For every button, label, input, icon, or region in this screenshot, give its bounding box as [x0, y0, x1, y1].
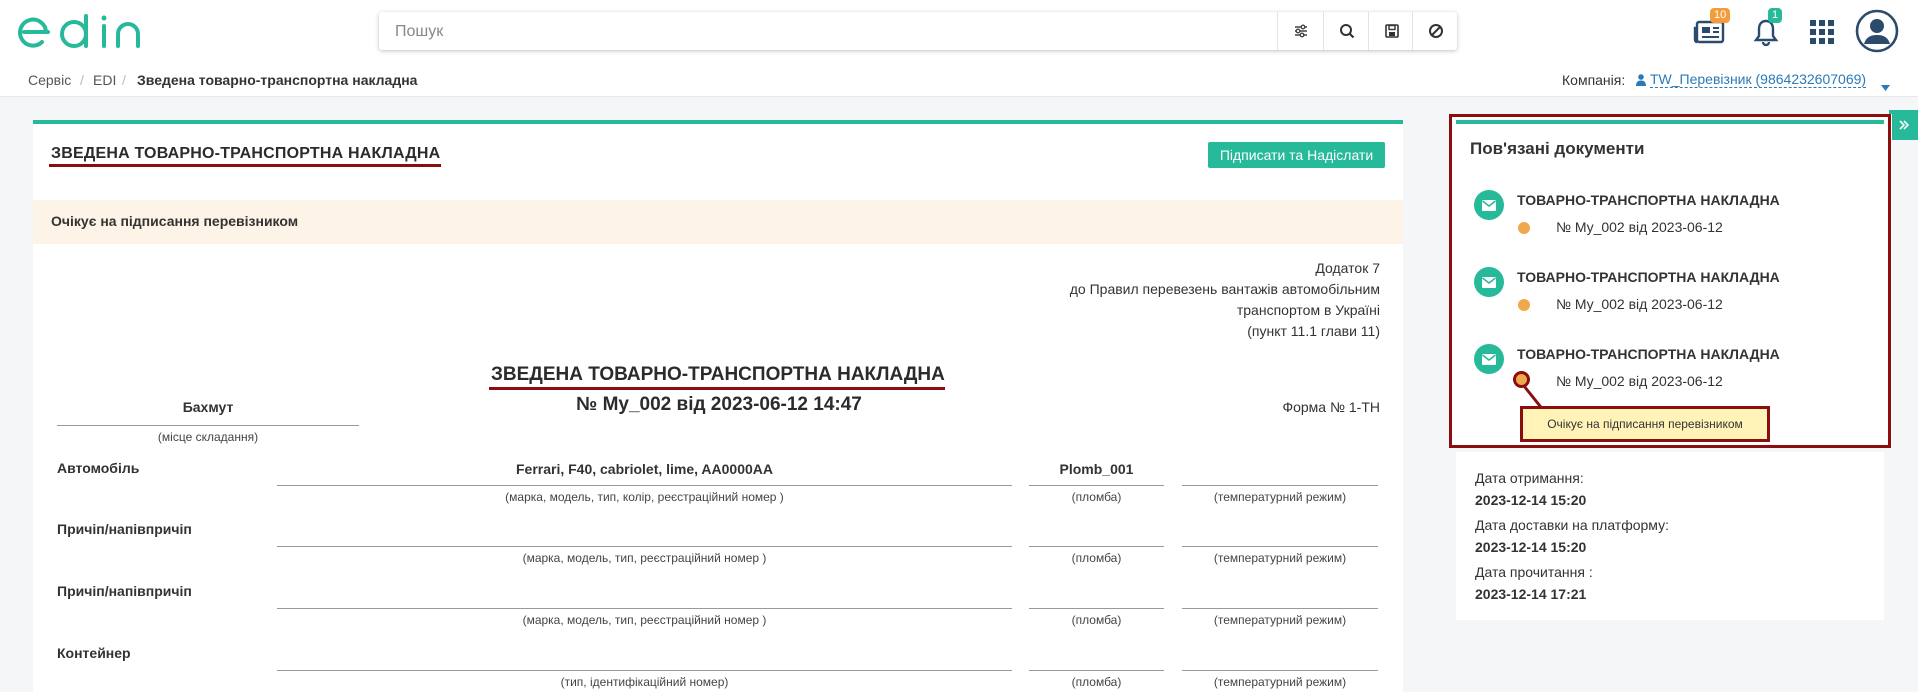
top-header: 10 1 — [0, 0, 1918, 64]
container-line — [277, 670, 1012, 671]
place-hint: (місце складання) — [157, 430, 259, 444]
vehicle-value: Ferrari, F40, cabriolet, lime, AA0000AA — [515, 461, 774, 477]
row-label-trailer-2: Причіп/напівпричіп — [57, 583, 192, 599]
row-label-trailer: Причіп/напівпричіп — [57, 521, 192, 537]
related-highlight-frame — [1449, 114, 1891, 448]
container-seal-line — [1029, 670, 1164, 671]
received-label: Дата отримання: — [1475, 470, 1584, 486]
breadcrumb: Сервіс / EDI / Зведена товарно-транспорт… — [0, 64, 1918, 97]
search-button[interactable] — [1323, 12, 1369, 50]
vehicle-temp-hint: (температурний режим) — [1213, 490, 1347, 504]
appendix-line: до Правил перевезень вантажів автомобіль… — [1069, 281, 1380, 297]
place-line — [57, 425, 359, 426]
received-value: 2023-12-14 15:20 — [1475, 492, 1587, 508]
vehicle-seal-value: Plomb_001 — [1059, 461, 1134, 477]
search-bar — [379, 12, 1458, 52]
trailer-line — [277, 546, 1012, 547]
trailer-seal-hint: (пломба) — [1071, 551, 1122, 565]
breadcrumb-separator: / — [122, 72, 126, 88]
vehicle-seal-hint: (пломба) — [1071, 490, 1122, 504]
appendix-line: (пункт 11.1 глави 11) — [1247, 323, 1380, 339]
vehicle-temp-line — [1182, 485, 1378, 486]
form-title-underline — [489, 387, 945, 390]
apps-button[interactable] — [1804, 14, 1840, 50]
vehicle-line — [277, 485, 1012, 486]
row-label-vehicle: Автомобіль — [57, 460, 140, 476]
row-label-container: Контейнер — [57, 645, 131, 661]
news-button[interactable]: 10 — [1692, 8, 1731, 50]
title-underline — [49, 164, 441, 167]
trailer-hint: (марка, модель, тип, реєстраційний номер… — [522, 551, 767, 565]
vehicle-seal-line — [1029, 485, 1164, 486]
trailer-2-hint: (марка, модель, тип, реєстраційний номер… — [522, 613, 767, 627]
appendix-line: Додаток 7 — [1315, 260, 1380, 276]
breadcrumb-separator: / — [80, 72, 84, 88]
trailer-temp-line — [1182, 546, 1378, 547]
save-icon — [1384, 24, 1399, 38]
news-badge: 10 — [1710, 8, 1731, 23]
form-code: Форма № 1-ТН — [1282, 399, 1380, 415]
chevron-down-icon — [1881, 78, 1890, 96]
company-label: Компанія: — [1562, 72, 1626, 88]
dates-panel: Дата отримання: 2023-12-14 15:20 Дата до… — [1456, 452, 1884, 620]
read-label: Дата прочитання : — [1475, 564, 1593, 580]
trailer-2-line — [277, 608, 1012, 609]
document-title: ЗВЕДЕНА ТОВАРНО-ТРАНСПОРТНА НАКЛАДНА — [51, 145, 441, 162]
container-hint: (тип, ідентифікаційний номер) — [560, 675, 729, 689]
form-number: № My_002 від 2023-06-12 14:47 — [576, 394, 862, 415]
user-avatar-icon — [1855, 9, 1899, 53]
breadcrumb-service[interactable]: Сервіс — [28, 72, 71, 88]
trailer-2-temp-line — [1182, 608, 1378, 609]
status-banner-text: Очікує на підписання перевізником — [51, 213, 299, 229]
clear-icon — [1428, 24, 1443, 38]
save-search-button[interactable] — [1368, 12, 1414, 50]
read-value: 2023-12-14 17:21 — [1475, 586, 1587, 602]
trailer-2-seal-line — [1029, 608, 1164, 609]
vehicle-hint: (марка, модель, тип, колір, реєстраційни… — [505, 490, 784, 504]
user-avatar[interactable] — [1855, 9, 1899, 53]
status-banner: Очікує на підписання перевізником — [33, 200, 1403, 244]
filter-icon — [1294, 24, 1307, 38]
appendix-line: транспортом в Україні — [1236, 302, 1380, 318]
delivered-label: Дата доставки на платформу: — [1475, 517, 1669, 533]
breadcrumb-edi[interactable]: EDI — [93, 72, 116, 88]
company-selector[interactable]: TW_Перевізник (9864232607069) — [1650, 72, 1867, 88]
collapse-sidebar-button[interactable] — [1889, 110, 1918, 140]
form-title: ЗВЕДЕНА ТОВАРНО-ТРАНСПОРТНА НАКЛАДНА — [491, 364, 945, 385]
container-seal-hint: (пломба) — [1071, 675, 1122, 689]
edin-logo[interactable] — [18, 10, 160, 54]
container-temp-line — [1182, 670, 1378, 671]
search-input[interactable] — [393, 12, 1277, 52]
double-chevron-right-icon — [1898, 120, 1909, 130]
trailer-temp-hint: (температурний режим) — [1213, 551, 1347, 565]
place-value: Бахмут — [182, 399, 234, 415]
notifications-badge: 1 — [1768, 8, 1783, 23]
apps-grid-icon — [1810, 20, 1834, 44]
filter-button[interactable] — [1277, 12, 1323, 50]
search-icon — [1339, 24, 1354, 39]
sign-and-send-button[interactable]: Підписати та Надіслати — [1208, 142, 1385, 168]
document-panel: ЗВЕДЕНА ТОВАРНО-ТРАНСПОРТНА НАКЛАДНА Під… — [33, 120, 1403, 696]
clear-search-button[interactable] — [1412, 12, 1458, 50]
notifications-button[interactable]: 1 — [1748, 8, 1784, 50]
appendix-note: Додаток 7 до Правил перевезень вантажів … — [1070, 258, 1380, 342]
trailer-2-temp-hint: (температурний режим) — [1213, 613, 1347, 627]
breadcrumb-current: Зведена товарно-транспортна накладна — [137, 72, 418, 88]
trailer-2-seal-hint: (пломба) — [1071, 613, 1122, 627]
delivered-value: 2023-12-14 15:20 — [1475, 539, 1587, 555]
trailer-seal-line — [1029, 546, 1164, 547]
container-temp-hint: (температурний режим) — [1213, 675, 1347, 689]
user-icon — [1636, 73, 1646, 91]
